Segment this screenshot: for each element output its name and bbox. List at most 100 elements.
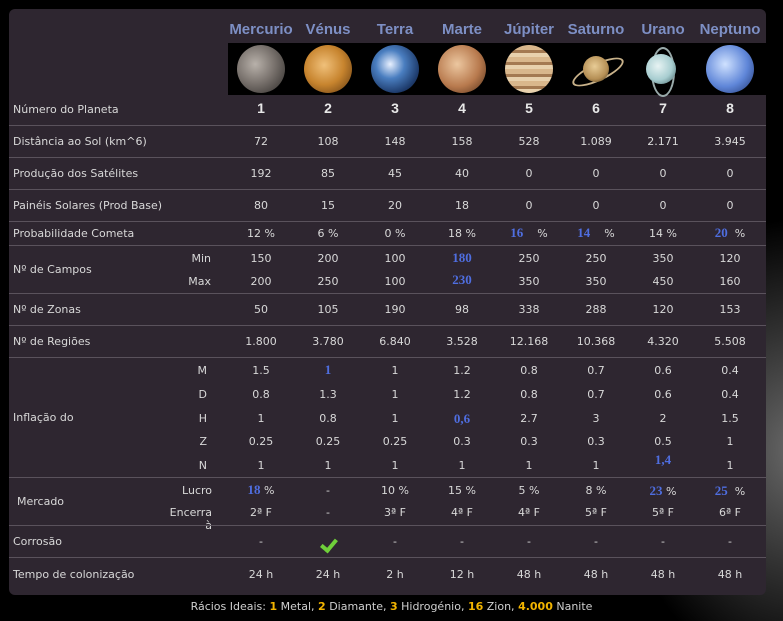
- cometa-3: 0 %: [384, 227, 406, 240]
- zonas-1: 50: [254, 303, 268, 316]
- paineis-4: 18: [455, 199, 469, 212]
- inflacao-m-label: M: [197, 364, 208, 377]
- zonas-7: 120: [652, 303, 674, 316]
- inflacao-n-7: 1,4: [654, 452, 672, 467]
- row-divider: [9, 157, 766, 158]
- zonas-6: 288: [585, 303, 607, 316]
- distancia-7: 2.171: [647, 135, 679, 148]
- producao-3: 45: [388, 167, 402, 180]
- regioes-8: 5.508: [714, 335, 746, 348]
- distancia-3: 148: [384, 135, 406, 148]
- inflacao-n-4: 1: [458, 459, 466, 472]
- encerra-5: 4ª F: [517, 506, 540, 519]
- inflacao-n-2: 1: [324, 459, 332, 472]
- inflacao-z-1: 0.25: [248, 435, 274, 448]
- ratio-diamante-label: Diamante,: [329, 600, 387, 613]
- row-label-inflacao: Inflação do: [13, 411, 74, 424]
- paineis-1: 80: [254, 199, 268, 212]
- saturn-image: [583, 56, 609, 82]
- ideal-ratios-footer: Rácios Ideais: 1 Metal, 2 Diamante, 3 Hi…: [0, 600, 783, 613]
- cometa-6-value: 14: [577, 225, 591, 240]
- lucro-7-pct: %: [666, 485, 677, 498]
- producao-6: 0: [592, 167, 600, 180]
- inflacao-d-6: 0.7: [587, 388, 605, 401]
- ratio-metal-label: Metal,: [280, 600, 315, 613]
- campos-max-5: 350: [518, 275, 540, 288]
- encerra-1: 2ª F: [249, 506, 272, 519]
- zonas-8: 153: [719, 303, 741, 316]
- corrosao-8: -: [728, 535, 732, 548]
- paineis-2: 15: [321, 199, 335, 212]
- inflacao-n-6: 1: [592, 459, 600, 472]
- inflacao-d-3: 1: [391, 388, 399, 401]
- row-label-zonas: Nº de Zonas: [13, 303, 81, 316]
- inflacao-m-5: 0.8: [520, 364, 538, 377]
- campos-min-3: 100: [384, 252, 406, 265]
- distancia-4: 158: [451, 135, 473, 148]
- inflacao-h-2: 0.8: [319, 412, 337, 425]
- jupiter-image: [505, 45, 553, 93]
- inflacao-n-5: 1: [525, 459, 533, 472]
- inflacao-d-7: 0.6: [654, 388, 672, 401]
- lucro-5: 5 %: [518, 484, 540, 497]
- inflacao-n-1: 1: [257, 459, 265, 472]
- cometa-8-value: 20: [714, 225, 728, 240]
- campos-max-1: 200: [250, 275, 272, 288]
- row-label-cometa: Probabilidade Cometa: [13, 227, 135, 240]
- producao-1: 192: [250, 167, 272, 180]
- inflacao-n-label: N: [198, 459, 207, 472]
- campos-max-3: 100: [384, 275, 406, 288]
- corrosao-4: -: [460, 535, 464, 548]
- ratio-hidrogenio-label: Hidrogénio,: [401, 600, 465, 613]
- lucro-1-value: 18: [247, 482, 261, 497]
- uranus-image: [646, 54, 676, 84]
- tempo-3: 2 h: [386, 568, 404, 581]
- campos-min-4: 180: [452, 250, 472, 265]
- distancia-5: 528: [518, 135, 540, 148]
- row-label-mercado: Mercado: [17, 495, 65, 508]
- row-divider: [9, 477, 766, 478]
- campos-min-6: 250: [585, 252, 607, 265]
- planet-table-panel: Mercurio Vénus Terra Marte Júpiter Satur…: [9, 9, 766, 595]
- tempo-1: 24 h: [248, 568, 274, 581]
- mercado-encerra-label: Encerra à: [169, 506, 212, 532]
- regioes-1: 1.800: [245, 335, 277, 348]
- inflacao-h-4: 0,6: [453, 411, 471, 426]
- regioes-7: 4.320: [647, 335, 679, 348]
- producao-5: 0: [525, 167, 533, 180]
- numero-6: 6: [592, 100, 600, 116]
- row-divider: [9, 325, 766, 326]
- planet-header-jupiter: Júpiter: [503, 21, 554, 38]
- encerra-7: 5ª F: [651, 506, 674, 519]
- distancia-6: 1.089: [580, 135, 612, 148]
- inflacao-h-8: 1.5: [721, 412, 739, 425]
- encerra-6: 5ª F: [584, 506, 607, 519]
- numero-4: 4: [458, 100, 466, 116]
- row-divider: [9, 245, 766, 246]
- ratio-nanite-value: 4.000: [518, 600, 553, 613]
- row-label-producao: Produção dos Satélites: [13, 167, 139, 180]
- cometa-7: 14 %: [649, 227, 677, 240]
- inflacao-z-2: 0.25: [315, 435, 341, 448]
- campos-max-6: 350: [585, 275, 607, 288]
- zonas-3: 190: [384, 303, 406, 316]
- lucro-8-value: 25: [714, 483, 728, 498]
- planet-header-saturno: Saturno: [567, 21, 625, 38]
- row-divider: [9, 125, 766, 126]
- mercado-lucro-label: Lucro: [182, 484, 212, 497]
- numero-5: 5: [525, 100, 533, 116]
- lucro-1: 18 %: [228, 482, 294, 498]
- campos-max-4: 230: [452, 272, 472, 287]
- tempo-2: 24 h: [315, 568, 341, 581]
- numero-3: 3: [391, 100, 399, 116]
- planet-header-mercurio: Mercurio: [229, 21, 293, 38]
- campos-max-label: Max: [188, 275, 211, 288]
- regioes-2: 3.780: [312, 335, 344, 348]
- lucro-8-pct: %: [734, 485, 746, 498]
- lucro-1-pct: %: [264, 484, 275, 497]
- cometa-5-value: 16: [510, 225, 524, 240]
- inflacao-h-label: H: [198, 412, 207, 425]
- earth-image: [371, 45, 419, 93]
- numero-8: 8: [726, 100, 734, 116]
- distancia-8: 3.945: [714, 135, 746, 148]
